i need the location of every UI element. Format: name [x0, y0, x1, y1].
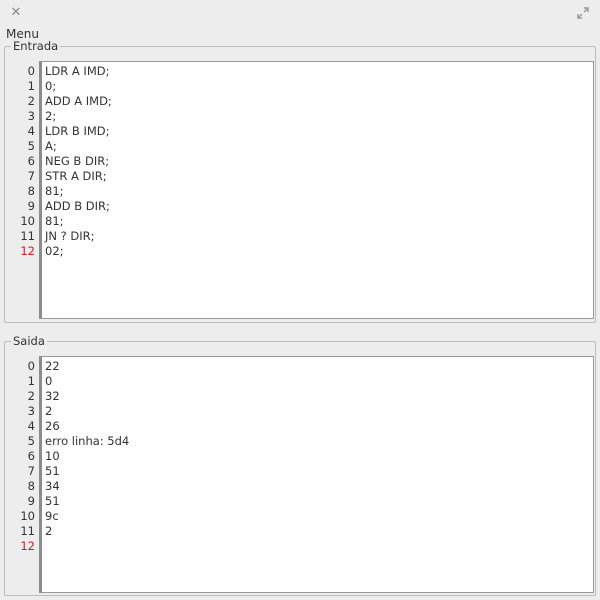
entrada-line-number: 5 — [27, 139, 35, 153]
entrada-panel: Entrada 0 1 2 3 4 5 6 7 8 9 10 11 12 LDR A IMD; 0; ADD… — [4, 40, 596, 323]
entrada-editor[interactable]: LDR A IMD; 0; ADD A IMD; 2; LDR B IMD; A; NEG … — [39, 61, 594, 319]
saida-code-line: 26 — [45, 419, 60, 433]
saida-code-line: 2 — [45, 404, 53, 418]
entrada-line-number: 9 — [27, 199, 35, 213]
entrada-code-line: LDR B IMD; — [45, 124, 110, 138]
entrada-code-line: 2; — [45, 109, 57, 123]
menu-bar: Menu — [0, 26, 600, 44]
entrada-code-line: JN ? DIR; — [45, 229, 95, 243]
entrada-code-line: ADD A IMD; — [45, 94, 112, 108]
app-window: ✕ Menu Entrada 0 1 2 3 4 5 6 7 8 9 10 11 12 LDR A IM… — [0, 0, 600, 600]
expand-icon[interactable] — [577, 7, 589, 19]
saida-line-number: 11 — [20, 524, 35, 538]
saida-line-number: 6 — [27, 449, 35, 463]
saida-code-line: 51 — [45, 494, 60, 508]
saida-line-number: 7 — [27, 464, 35, 478]
entrada-code-line: NEG B DIR; — [45, 154, 110, 168]
saida-code-line: 32 — [45, 389, 60, 403]
close-icon[interactable]: ✕ — [9, 6, 23, 20]
saida-line-number: 0 — [27, 359, 35, 373]
saida-code-line: 10 — [45, 449, 60, 463]
saida-line-number: 5 — [27, 434, 35, 448]
saida-code-line — [42, 539, 593, 554]
saida-line-numbers: 0 1 2 3 4 5 6 7 8 9 10 11 12 — [5, 356, 35, 554]
saida-code-line: 9c — [45, 509, 59, 523]
entrada-code-line: LDR A IMD; — [45, 64, 110, 78]
entrada-code-line: 0; — [45, 79, 57, 93]
saida-code-line: 22 — [45, 359, 60, 373]
entrada-code-line: 81; — [45, 184, 64, 198]
title-bar: ✕ — [0, 0, 600, 26]
entrada-line-number: 2 — [27, 94, 35, 108]
entrada-line-number: 6 — [27, 154, 35, 168]
saida-line-number: 2 — [27, 389, 35, 403]
saida-line-number: 4 — [27, 419, 35, 433]
entrada-line-number: 10 — [20, 214, 35, 228]
entrada-line-number: 7 — [27, 169, 35, 183]
entrada-title: Entrada — [11, 39, 61, 53]
saida-line-number: 8 — [27, 479, 35, 493]
saida-code-line: 2 — [45, 524, 53, 538]
saida-code-line: erro linha: 5d4 — [45, 434, 130, 448]
saida-line-number: 10 — [20, 509, 35, 523]
saida-code-line: 0 — [45, 374, 53, 388]
entrada-code-line: 81; — [45, 214, 64, 228]
entrada-code-line: STR A DIR; — [45, 169, 107, 183]
entrada-line-number: 8 — [27, 184, 35, 198]
saida-line-number: 3 — [27, 404, 35, 418]
saida-line-number: 9 — [27, 494, 35, 508]
saida-title: Saida — [11, 334, 47, 348]
saida-line-number: 1 — [27, 374, 35, 388]
entrada-line-number: 12 — [20, 244, 35, 258]
entrada-line-number: 11 — [20, 229, 35, 243]
saida-panel: Saida 0 1 2 3 4 5 6 7 8 9 10 11 12 22 0 32 2 26 erro linh… — [4, 335, 596, 596]
saida-code-line: 34 — [45, 479, 60, 493]
entrada-code-line: ADD B DIR; — [45, 199, 110, 213]
entrada-line-number: 4 — [27, 124, 35, 138]
saida-editor[interactable]: 22 0 32 2 26 erro linha: 5d4 10 51 34 51 9c 2 — [39, 356, 594, 593]
saida-code-line: 51 — [45, 464, 60, 478]
entrada-code-line: 02; — [45, 244, 64, 258]
entrada-line-numbers: 0 1 2 3 4 5 6 7 8 9 10 11 12 — [5, 61, 35, 259]
saida-line-number: 12 — [20, 539, 35, 553]
entrada-code-line: A; — [45, 139, 57, 153]
entrada-line-number: 1 — [27, 79, 35, 93]
entrada-line-number: 3 — [27, 109, 35, 123]
entrada-line-number: 0 — [27, 64, 35, 78]
